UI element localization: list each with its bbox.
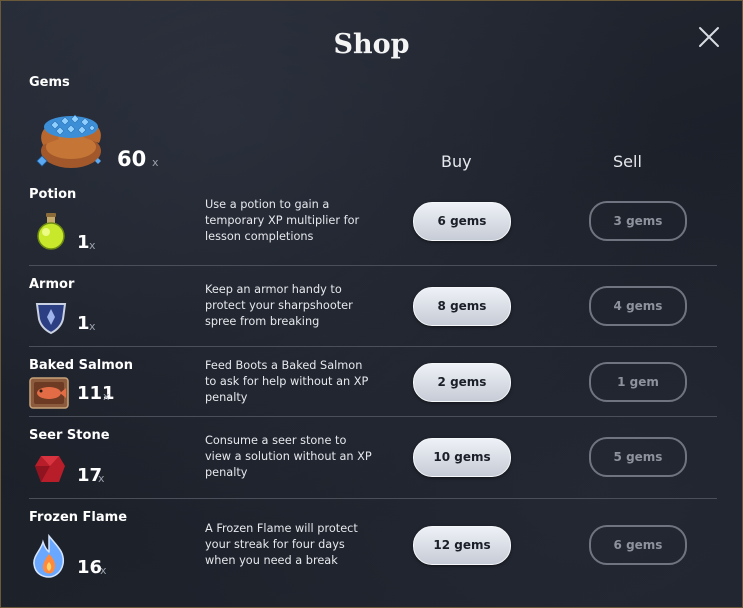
baked-salmon-icon — [29, 376, 69, 416]
divider — [29, 498, 717, 499]
buy-potion-button[interactable]: 6 gems — [413, 202, 511, 241]
sell-baked-salmon-button[interactable]: 1 gem — [589, 362, 687, 402]
item-desc-baked-salmon: Feed Boots a Baked Salmon to ask for hel… — [205, 359, 369, 404]
item-qty-frozen-flame: 16 — [77, 557, 103, 578]
sell-potion-button[interactable]: 3 gems — [589, 201, 687, 241]
item-qty-armor: 1 — [77, 313, 90, 334]
item-x-baked-salmon: x — [103, 390, 110, 403]
close-icon[interactable] — [697, 25, 721, 49]
item-desc-seer-stone: Consume a seer stone to view a solution … — [205, 434, 372, 479]
divider — [29, 265, 717, 266]
sell-armor-button[interactable]: 4 gems — [589, 286, 687, 326]
item-name-potion: Potion — [29, 187, 77, 202]
seer-stone-icon — [33, 452, 73, 492]
shop-modal: Shop Gems 60 x Buy Sell Potion 1 x Use a… — [0, 0, 743, 608]
buy-armor-button[interactable]: 8 gems — [413, 287, 511, 326]
armor-shield-icon — [33, 299, 73, 339]
gems-multiplier-x: x — [152, 156, 159, 169]
item-name-seer-stone: Seer Stone — [29, 428, 110, 443]
buy-seer-stone-button[interactable]: 10 gems — [413, 438, 511, 477]
item-qty-potion: 1 — [77, 232, 90, 253]
gems-label: Gems — [29, 75, 70, 90]
item-desc-potion: Use a potion to gain a temporary XP mult… — [205, 198, 360, 243]
item-desc-armor: Keep an armor handy to protect your shar… — [205, 283, 353, 328]
sell-column-header: Sell — [613, 152, 642, 171]
divider — [29, 416, 717, 417]
item-x-armor: x — [89, 320, 96, 333]
gem-bag-icon — [31, 101, 107, 171]
gems-count: 60 — [117, 147, 147, 171]
item-desc-frozen-flame: A Frozen Flame will protect your streak … — [205, 522, 358, 567]
buy-baked-salmon-button[interactable]: 2 gems — [413, 363, 511, 402]
item-x-potion: x — [89, 239, 96, 252]
item-name-baked-salmon: Baked Salmon — [29, 358, 133, 373]
frozen-flame-icon — [29, 533, 69, 578]
sell-frozen-flame-button[interactable]: 6 gems — [589, 525, 687, 565]
item-x-frozen-flame: x — [100, 564, 107, 577]
sell-seer-stone-button[interactable]: 5 gems — [589, 437, 687, 477]
item-x-seer-stone: x — [98, 472, 105, 485]
shop-title: Shop — [333, 29, 410, 60]
divider — [29, 346, 717, 347]
buy-frozen-flame-button[interactable]: 12 gems — [413, 526, 511, 565]
potion-icon — [31, 211, 71, 251]
item-name-frozen-flame: Frozen Flame — [29, 510, 128, 525]
buy-column-header: Buy — [441, 152, 472, 171]
item-name-armor: Armor — [29, 277, 75, 292]
